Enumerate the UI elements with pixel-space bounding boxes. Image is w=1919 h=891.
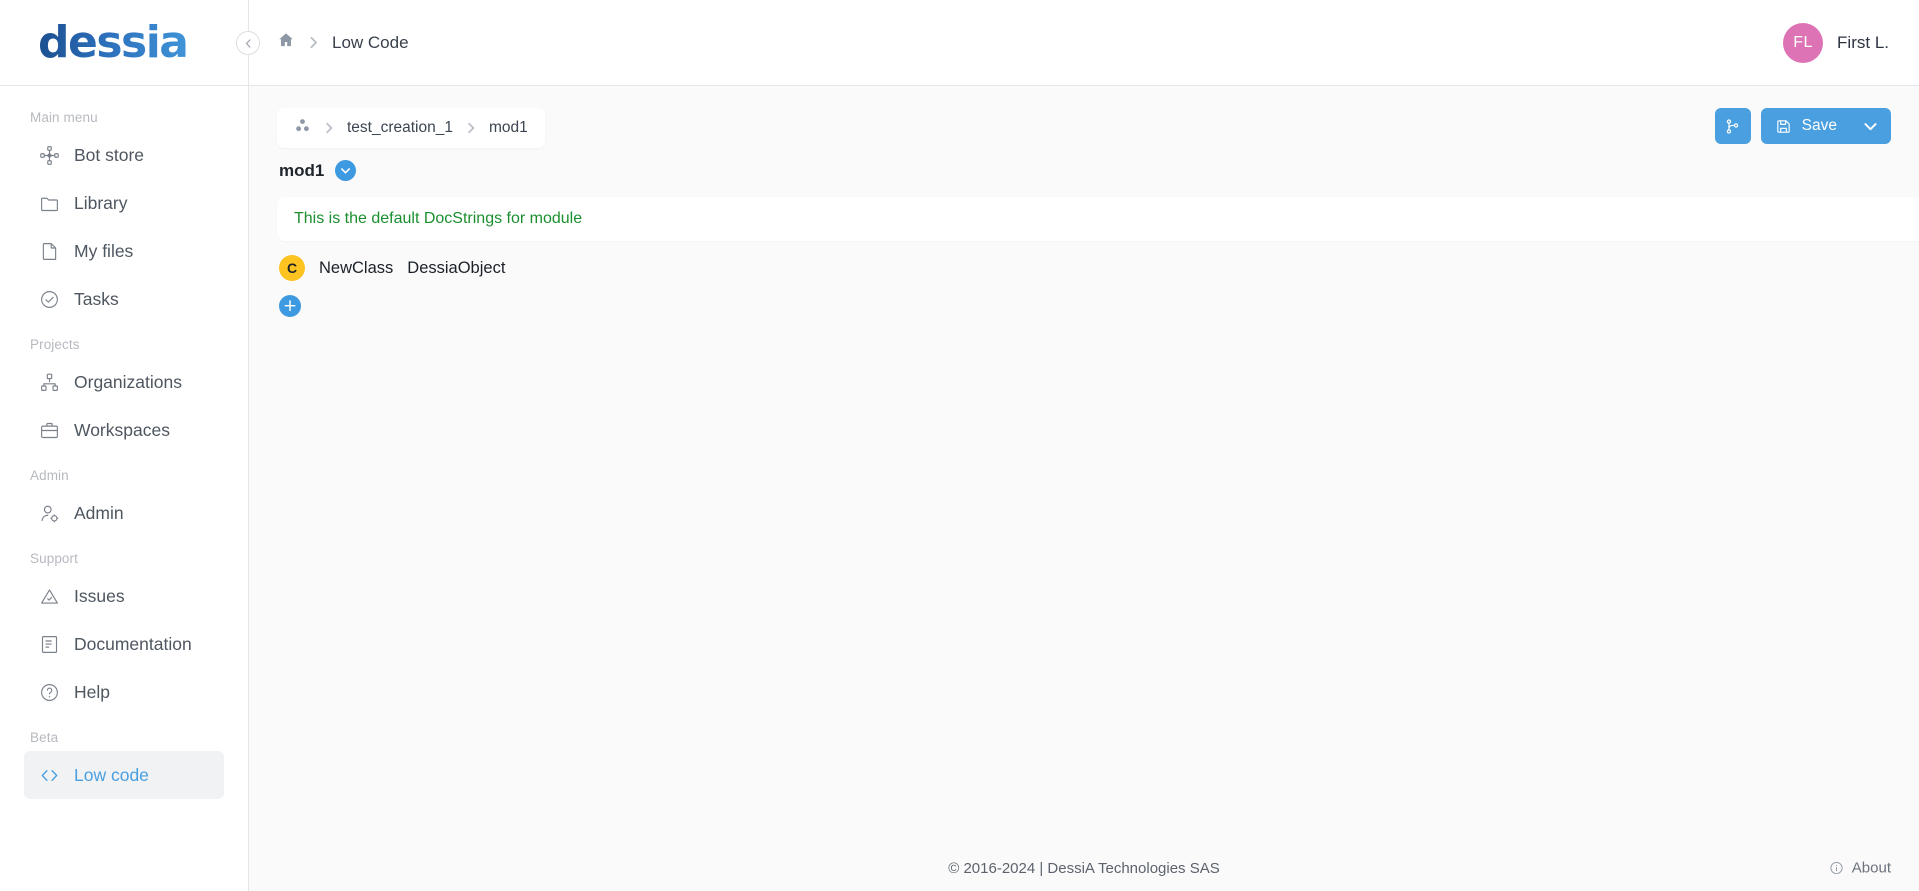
about-link[interactable]: About xyxy=(1829,860,1891,877)
module-title: mod1 xyxy=(279,160,325,180)
sidebar-item-label: My files xyxy=(74,240,134,261)
org-chart-icon xyxy=(38,371,60,393)
add-class-row: + xyxy=(277,295,1891,317)
app-root: dessia Main menu Bot store Library My fi… xyxy=(0,0,1919,891)
save-dropdown-toggle[interactable] xyxy=(1847,119,1891,134)
module-breadcrumb-item-0[interactable]: test_creation_1 xyxy=(347,119,453,137)
nav-section-admin: Admin xyxy=(30,468,69,483)
breadcrumb-current[interactable]: Low Code xyxy=(332,33,409,53)
footer: © 2016-2024 | DessiA Technologies SAS Ab… xyxy=(249,845,1919,891)
avatar[interactable]: FL xyxy=(1783,22,1824,63)
git-branch-button[interactable] xyxy=(1714,108,1751,144)
sidebar-item-issues[interactable]: Issues xyxy=(24,572,224,620)
sidebar-item-admin[interactable]: Admin xyxy=(24,489,224,537)
module-header-row: test_creation_1 mod1 Save xyxy=(277,108,1891,148)
sidebar-item-label: Documentation xyxy=(74,633,192,654)
content-actions: Save xyxy=(1714,108,1891,144)
class-name[interactable]: NewClass xyxy=(319,259,393,278)
sidebar-item-my-files[interactable]: My files xyxy=(24,227,224,275)
module-breadcrumb: test_creation_1 mod1 xyxy=(277,108,545,148)
chevron-down-icon xyxy=(1864,122,1877,130)
sidebar-item-bot-store[interactable]: Bot store xyxy=(24,131,224,179)
bot-network-icon xyxy=(38,144,60,166)
warning-triangle-icon xyxy=(38,585,60,607)
user-gear-icon xyxy=(38,502,60,524)
module-breadcrumb-item-1[interactable]: mod1 xyxy=(489,119,528,137)
nav-section-beta: Beta xyxy=(30,730,59,745)
module-docstring[interactable]: This is the default DocStrings for modul… xyxy=(277,197,1919,241)
sidebar: dessia Main menu Bot store Library My fi… xyxy=(0,0,260,891)
sidebar-item-label: Library xyxy=(74,192,128,213)
module-title-row: mod1 xyxy=(277,160,1891,181)
info-circle-icon xyxy=(1830,861,1843,875)
module-expand-button[interactable] xyxy=(335,160,357,181)
sidebar-item-tasks[interactable]: Tasks xyxy=(24,275,224,323)
chevron-down-icon xyxy=(341,168,351,174)
user-menu[interactable]: FL First L. xyxy=(1783,22,1889,63)
briefcase-icon xyxy=(38,419,60,441)
home-icon[interactable] xyxy=(277,31,295,54)
sidebar-item-documentation[interactable]: Documentation xyxy=(24,620,224,668)
user-name: First L. xyxy=(1837,32,1889,52)
dessia-logo[interactable]: dessia xyxy=(38,20,189,65)
topbar: Low Code FL First L. xyxy=(249,0,1919,86)
floppy-disk-icon xyxy=(1775,118,1792,135)
sidebar-item-workspaces[interactable]: Workspaces xyxy=(24,406,224,454)
sidebar-item-label: Admin xyxy=(74,502,124,523)
git-branch-icon xyxy=(1726,118,1739,134)
content-area: test_creation_1 mod1 Save mod1 This is t… xyxy=(249,86,1919,845)
package-cubes-icon xyxy=(294,117,311,139)
copyright-text: © 2016-2024 | DessiA Technologies SAS xyxy=(948,859,1220,877)
chevron-right-icon xyxy=(465,122,477,134)
main-area: Low Code FL First L. test_creation_1 mod… xyxy=(249,0,1919,891)
save-button[interactable]: Save xyxy=(1760,108,1891,144)
sidebar-item-label: Tasks xyxy=(74,288,119,309)
sidebar-item-label: Help xyxy=(74,681,110,702)
book-icon xyxy=(38,633,60,655)
question-circle-icon xyxy=(38,681,60,703)
sidebar-collapse-toggle[interactable] xyxy=(236,31,260,55)
sidebar-item-low-code[interactable]: Low code xyxy=(24,751,224,799)
nav-section-main-menu: Main menu xyxy=(30,110,98,125)
class-list-item[interactable]: C NewClass DessiaObject xyxy=(277,255,1891,281)
breadcrumb: Low Code xyxy=(277,31,409,54)
chevron-right-icon xyxy=(307,36,320,49)
sidebar-item-label: Workspaces xyxy=(74,419,170,440)
class-badge: C xyxy=(279,255,305,281)
class-base-name[interactable]: DessiaObject xyxy=(407,259,505,278)
chevron-left-icon xyxy=(245,38,250,48)
nav-section-support: Support xyxy=(30,551,78,566)
sidebar-nav: Main menu Bot store Library My files Tas… xyxy=(0,86,248,891)
sidebar-item-label: Low code xyxy=(74,764,149,785)
folder-icon xyxy=(38,192,60,214)
check-circle-icon xyxy=(38,288,60,310)
sidebar-item-library[interactable]: Library xyxy=(24,179,224,227)
nav-section-projects: Projects xyxy=(30,337,80,352)
sidebar-item-label: Issues xyxy=(74,585,125,606)
sidebar-item-organizations[interactable]: Organizations xyxy=(24,358,224,406)
file-icon xyxy=(38,240,60,262)
sidebar-item-label: Bot store xyxy=(74,144,145,165)
add-class-button[interactable]: + xyxy=(279,295,301,317)
logo-area: dessia xyxy=(0,0,248,86)
chevron-right-icon xyxy=(323,122,335,134)
sidebar-item-label: Organizations xyxy=(74,371,182,392)
code-brackets-icon xyxy=(38,764,60,786)
about-label: About xyxy=(1851,859,1891,877)
save-button-label: Save xyxy=(1801,117,1837,134)
sidebar-item-help[interactable]: Help xyxy=(24,668,224,716)
